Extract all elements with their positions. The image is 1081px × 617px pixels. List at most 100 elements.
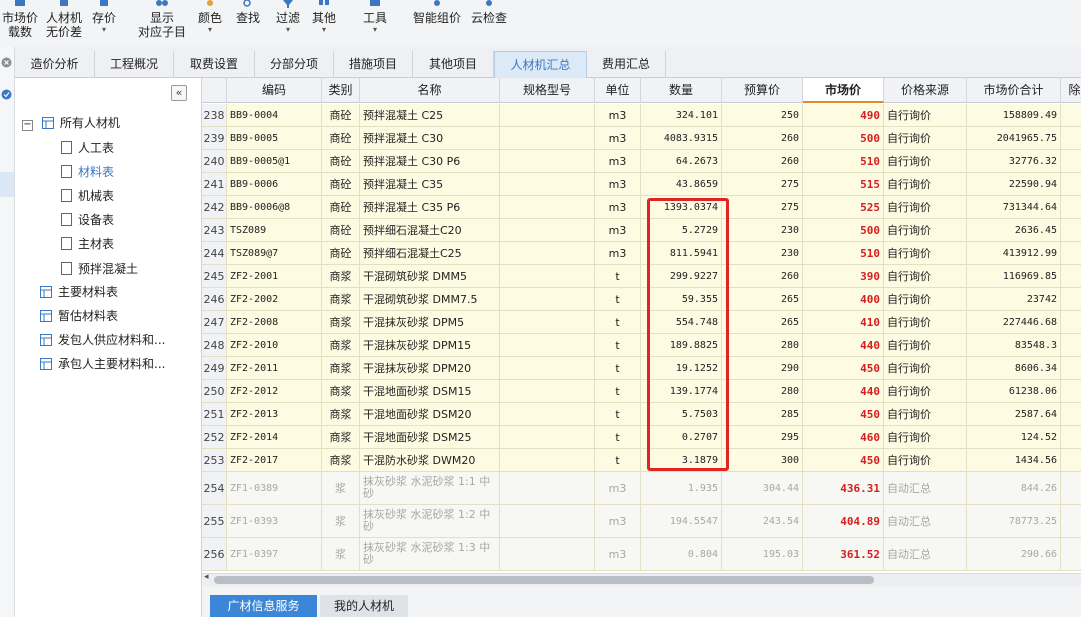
cell-cat[interactable]: 商浆 [322,311,360,334]
cell-total[interactable]: 116969.85 [967,265,1061,288]
cell-unit[interactable]: t [595,357,641,380]
cell-market[interactable]: 515 [803,173,884,196]
cell-spec[interactable] [500,449,595,472]
tab-other-items[interactable]: 其他项目 [413,51,494,77]
tree-item-premixed-concrete[interactable]: 预拌混凝土 [61,260,138,277]
cell-cat[interactable]: 商砼 [322,104,360,127]
cell-spec[interactable] [500,538,595,571]
cell-name[interactable]: 抹灰砂浆 水泥砂浆 1:1 中砂 [360,472,500,505]
cell-name[interactable]: 干混地面砂浆 DSM15 [360,380,500,403]
cell-total[interactable]: 2636.45 [967,219,1061,242]
cell-market[interactable]: 436.31 [803,472,884,505]
cell-market[interactable]: 390 [803,265,884,288]
cell-source[interactable]: 自行询价 [884,380,967,403]
cell-cat[interactable]: 商砼 [322,150,360,173]
no-price-diff-button[interactable]: 人材机 无价差 [42,0,86,47]
cell-source[interactable]: 自行询价 [884,426,967,449]
cell-qty[interactable]: 189.8825 [641,334,722,357]
cell-cat[interactable]: 商浆 [322,334,360,357]
table-row[interactable]: 249 ZF2-2011 商浆 干混抹灰砂浆 DPM20 t 19.1252 290 450 自… [202,357,1081,380]
cell-total[interactable]: 227446.68 [967,311,1061,334]
tab-measures[interactable]: 措施项目 [334,51,413,77]
table-row[interactable]: 247 ZF2-2008 商浆 干混抹灰砂浆 DPM5 t 554.748 265 410 自行… [202,311,1081,334]
cell-unit[interactable]: t [595,334,641,357]
tree-item-materials[interactable]: 材料表 [61,163,114,180]
cell-qty[interactable]: 554.748 [641,311,722,334]
table-row[interactable]: 253 ZF2-2017 商浆 干混防水砂浆 DWM20 t 3.1879 300 450 自行… [202,449,1081,472]
cell-cat[interactable]: 商浆 [322,265,360,288]
cell-code[interactable]: ZF2-2011 [227,357,322,380]
cell-cat[interactable]: 商浆 [322,380,360,403]
header-row-number[interactable] [202,78,227,103]
cell-qty[interactable]: 1.935 [641,472,722,505]
cell-total[interactable]: 413912.99 [967,242,1061,265]
cell-tax[interactable] [1061,265,1081,288]
cell-total[interactable]: 290.66 [967,538,1061,571]
cell-tax[interactable] [1061,357,1081,380]
cloud-check-button[interactable]: 云检查 [468,0,510,47]
header-category[interactable]: 类别 [322,78,360,103]
cell-spec[interactable] [500,265,595,288]
check-icon[interactable] [1,89,12,100]
cell-name[interactable]: 预拌细石混凝土C25 [360,242,500,265]
cell-tax[interactable] [1061,242,1081,265]
cell-name[interactable]: 干混地面砂浆 DSM25 [360,426,500,449]
tab-cost-analysis[interactable]: 造价分析 [15,51,95,77]
other-button[interactable]: 其他 ▾ [308,0,340,47]
table-row[interactable]: 254 ZF1-0389 浆抹灰砂浆 水泥砂浆 1:1 中砂 m3 1.935 304.4… [202,472,1081,505]
cell-budget[interactable]: 280 [722,334,803,357]
cell-total[interactable]: 2041965.75 [967,127,1061,150]
table-row[interactable]: 252 ZF2-2014 商浆 干混地面砂浆 DSM25 t 0.2707 295 460 自行… [202,426,1081,449]
cell-unit[interactable]: t [595,288,641,311]
cell-cat[interactable]: 商砼 [322,196,360,219]
cell-source[interactable]: 自行询价 [884,334,967,357]
cell-cat[interactable]: 商浆 [322,403,360,426]
collapse-toggle-icon[interactable]: − [22,120,33,131]
header-price-source[interactable]: 价格来源 [884,78,967,103]
cell-unit[interactable]: m3 [595,173,641,196]
tree-item-employer-supplied[interactable]: 发包人供应材料和... [40,331,165,348]
cell-name[interactable]: 预拌细石混凝土C20 [360,219,500,242]
cell-source[interactable]: 自行询价 [884,196,967,219]
table-row[interactable]: 238 BB9-0004 商砼 预拌混凝土 C25 m3 324.101 250 490 自行询… [202,104,1081,127]
cell-qty[interactable]: 0.804 [641,538,722,571]
cell-qty[interactable]: 1393.0374 [641,196,722,219]
cell-code[interactable]: TSZ089@7 [227,242,322,265]
cell-budget[interactable]: 265 [722,311,803,334]
table-row[interactable]: 244 TSZ089@7 商砼 预拌细石混凝土C25 m3 811.5941 230 510 自… [202,242,1081,265]
cell-budget[interactable]: 260 [722,265,803,288]
cell-name[interactable]: 干混砌筑砂浆 DMM7.5 [360,288,500,311]
tree-item-main-materials[interactable]: 主材表 [61,235,114,252]
cell-code[interactable]: ZF2-2012 [227,380,322,403]
cell-qty[interactable]: 139.1774 [641,380,722,403]
cell-total[interactable]: 22590.94 [967,173,1061,196]
header-unit[interactable]: 单位 [595,78,641,103]
cell-name[interactable]: 预拌混凝土 C25 [360,104,500,127]
cell-budget[interactable]: 280 [722,380,803,403]
cell-source[interactable]: 自动汇总 [884,538,967,571]
cell-cat[interactable]: 商砼 [322,219,360,242]
cell-source[interactable]: 自行询价 [884,219,967,242]
cell-budget[interactable]: 265 [722,288,803,311]
cell-tax[interactable] [1061,219,1081,242]
cell-budget[interactable]: 304.44 [722,472,803,505]
cell-unit[interactable]: m3 [595,472,641,505]
cell-source[interactable]: 自行询价 [884,150,967,173]
cell-code[interactable]: ZF1-0397 [227,538,322,571]
cell-market[interactable]: 450 [803,449,884,472]
cell-source[interactable]: 自行询价 [884,242,967,265]
cell-tax[interactable] [1061,150,1081,173]
cell-market[interactable]: 400 [803,288,884,311]
cell-spec[interactable] [500,472,595,505]
tree-item-labor[interactable]: 人工表 [61,139,114,156]
tab-project-overview[interactable]: 工程概况 [95,51,174,77]
cell-market[interactable]: 460 [803,426,884,449]
cell-source[interactable]: 自行询价 [884,265,967,288]
cell-source[interactable]: 自行询价 [884,449,967,472]
header-budget-price[interactable]: 预算价 [722,78,803,103]
cell-spec[interactable] [500,104,595,127]
cell-qty[interactable]: 59.355 [641,288,722,311]
cell-code[interactable]: ZF2-2002 [227,288,322,311]
cell-name[interactable]: 干混抹灰砂浆 DPM20 [360,357,500,380]
collapse-panel-button[interactable]: « [171,85,187,101]
